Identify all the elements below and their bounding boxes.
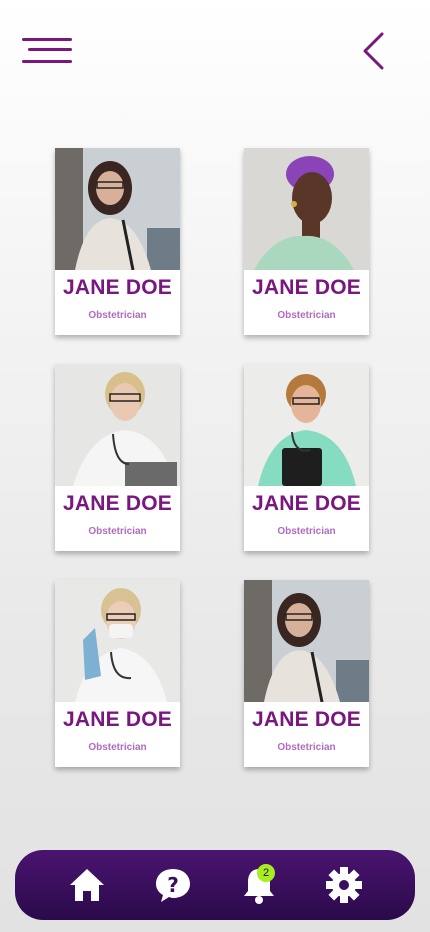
doctor-card[interactable]: JANE DOE Obstetrician <box>55 148 180 335</box>
doctor-name: JANE DOE <box>252 708 361 731</box>
bottom-navigation: ? 2 <box>15 850 415 920</box>
doctor-photo <box>244 364 369 486</box>
doctor-card[interactable]: JANE DOE Obstetrician <box>244 580 369 767</box>
home-icon[interactable] <box>67 865 107 905</box>
doctor-name: JANE DOE <box>63 276 172 299</box>
doctor-name: JANE DOE <box>63 708 172 731</box>
doctor-photo <box>55 580 180 702</box>
doctor-role: Obstetrician <box>88 310 147 321</box>
doctor-card[interactable]: JANE DOE Obstetrician <box>244 364 369 551</box>
svg-text:?: ? <box>167 873 179 897</box>
help-icon[interactable]: ? <box>153 865 193 905</box>
doctor-name: JANE DOE <box>252 492 361 515</box>
hamburger-menu-icon[interactable] <box>22 36 74 66</box>
doctor-photo <box>55 148 180 270</box>
doctor-card[interactable]: JANE DOE Obstetrician <box>244 148 369 335</box>
doctor-role: Obstetrician <box>88 526 147 537</box>
doctor-photo <box>55 364 180 486</box>
doctor-name: JANE DOE <box>252 276 361 299</box>
doctor-name: JANE DOE <box>63 492 172 515</box>
doctor-photo <box>244 148 369 270</box>
doctor-card[interactable]: JANE DOE Obstetrician <box>55 580 180 767</box>
chevron-left-icon[interactable] <box>358 30 388 72</box>
doctor-role: Obstetrician <box>277 310 336 321</box>
doctor-role: Obstetrician <box>88 742 147 753</box>
settings-gear-icon[interactable] <box>324 865 364 905</box>
notification-badge: 2 <box>257 864 275 882</box>
doctor-role: Obstetrician <box>277 526 336 537</box>
doctor-role: Obstetrician <box>277 742 336 753</box>
doctor-photo <box>244 580 369 702</box>
doctor-card[interactable]: JANE DOE Obstetrician <box>55 364 180 551</box>
